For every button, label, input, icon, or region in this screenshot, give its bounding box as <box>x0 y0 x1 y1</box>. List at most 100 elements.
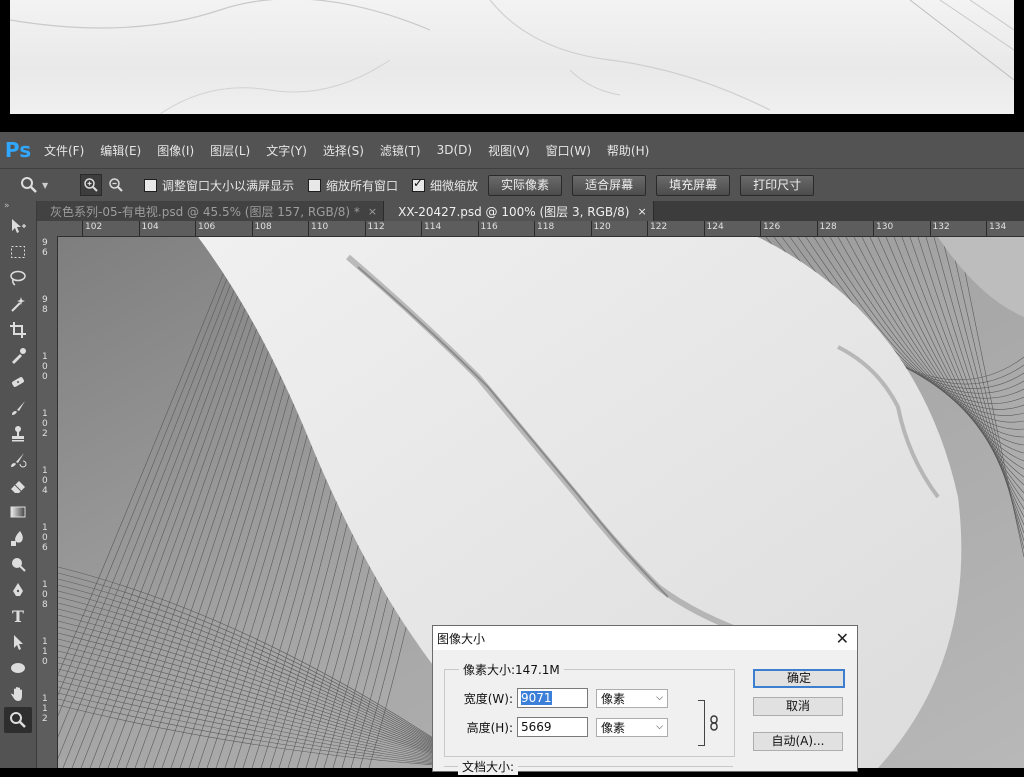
resize-windows-option[interactable]: 调整窗口大小以满屏显示 <box>144 177 294 194</box>
ruler-tick <box>195 221 196 236</box>
menu-view[interactable]: 视图(V) <box>480 142 538 159</box>
ruler-label: 114 <box>424 222 442 232</box>
zoom-all-windows-checkbox[interactable] <box>308 178 322 192</box>
ruler-tick <box>929 221 931 236</box>
height-unit-select[interactable]: 像素 ⌵ <box>596 717 668 737</box>
dialog-titlebar[interactable]: 图像大小 ✕ <box>433 626 857 650</box>
magnifier-icon <box>10 712 26 728</box>
actual-pixels-button[interactable]: 实际像素 <box>488 174 563 196</box>
panel-collapse-icon[interactable]: » <box>0 201 36 213</box>
type-tool[interactable]: T <box>4 603 32 629</box>
ruler-label: 120 <box>593 222 611 232</box>
zoom-in-button[interactable] <box>80 174 102 196</box>
ruler-tick <box>82 221 83 236</box>
dialog-title: 图像大小 <box>437 631 486 646</box>
healing-brush-tool[interactable] <box>4 369 32 395</box>
marquee-tool[interactable] <box>4 239 32 265</box>
magic-wand-icon <box>11 297 25 312</box>
ruler-tick <box>986 221 987 236</box>
ruler-label: 118 <box>537 222 555 232</box>
tab-label: XX-20427.psd @ 100% (图层 3, RGB/8) <box>398 204 630 219</box>
print-size-button[interactable]: 打印尺寸 <box>740 174 815 196</box>
zoom-all-windows-option[interactable]: 缩放所有窗口 <box>308 177 398 194</box>
tool-preset-picker[interactable]: ▼ <box>0 176 80 194</box>
options-bar: ▼ 调整窗口大小以满屏显示 缩放所有窗口 ✓ 细微缩放 实际像素 适合屏幕 填充… <box>0 168 1024 202</box>
tab-document-2[interactable]: XX-20427.psd @ 100% (图层 3, RGB/8) × <box>384 201 654 221</box>
marble-preview-image <box>10 0 1014 114</box>
ruler-tick <box>138 221 140 236</box>
path-selection-tool[interactable] <box>4 629 32 655</box>
eraser-icon <box>11 481 25 493</box>
menu-file[interactable]: 文件(F) <box>36 142 92 159</box>
shape-tool[interactable] <box>4 655 32 681</box>
zoom-in-icon <box>84 178 98 192</box>
gradient-tool[interactable] <box>4 499 32 525</box>
ok-button[interactable]: 确定 <box>753 669 845 688</box>
eraser-tool[interactable] <box>4 473 32 499</box>
close-icon[interactable]: ✕ <box>836 629 849 648</box>
clone-stamp-tool[interactable] <box>4 421 32 447</box>
width-unit-value: 像素 <box>601 691 626 706</box>
horizontal-ruler[interactable]: 102 104 106 108 110 112 114 116 118 120 122 124 126 1… <box>57 221 1024 237</box>
menu-help[interactable]: 帮助(H) <box>599 142 657 159</box>
height-label: 高度(H): <box>466 720 513 735</box>
vertical-ruler[interactable]: 96 98 100 102 104 106 108 110 112 <box>37 236 58 768</box>
menu-layer[interactable]: 图层(L) <box>202 142 258 159</box>
menu-window[interactable]: 窗口(W) <box>538 142 599 159</box>
menu-select[interactable]: 选择(S) <box>315 142 372 159</box>
menu-edit[interactable]: 编辑(E) <box>92 142 149 159</box>
pen-tool[interactable] <box>4 577 32 603</box>
pixel-dimensions-label: 像素大小:147.1M <box>459 661 564 678</box>
history-brush-tool[interactable] <box>4 447 32 473</box>
tab-document-1[interactable]: 灰色系列-05-有电视.psd @ 45.5% (图层 157, RGB/8) … <box>36 201 385 221</box>
hand-tool[interactable] <box>4 681 32 707</box>
fill-screen-button[interactable]: 填充屏幕 <box>656 174 731 196</box>
menu-type[interactable]: 文字(Y) <box>258 142 315 159</box>
eyedropper-tool[interactable] <box>4 343 32 369</box>
tools-panel: » T <box>0 201 37 768</box>
ruler-label: 124 <box>706 222 724 232</box>
scrubby-zoom-checkbox[interactable] <box>412 176 426 192</box>
move-tool[interactable] <box>4 213 32 239</box>
zoom-out-button[interactable] <box>106 175 126 195</box>
ruler-label: 102 <box>85 222 103 232</box>
chain-link-icon[interactable] <box>708 715 720 731</box>
resize-windows-label: 调整窗口大小以满屏显示 <box>162 178 295 193</box>
ruler-label: 122 <box>650 222 668 232</box>
scrubby-zoom-option[interactable]: 细微缩放 <box>412 176 478 194</box>
dodge-tool[interactable] <box>4 551 32 577</box>
menu-filter[interactable]: 滤镜(T) <box>372 142 429 159</box>
width-input[interactable]: 9071 <box>517 688 588 708</box>
fit-screen-button[interactable]: 适合屏幕 <box>572 174 647 196</box>
photoshop-window: Ps 文件(F) 编辑(E) 图像(I) 图层(L) 文字(Y) 选择(S) 滤… <box>0 132 1024 775</box>
cancel-button[interactable]: 取消 <box>753 697 843 716</box>
history-brush-icon <box>11 453 27 468</box>
magic-wand-tool[interactable] <box>4 291 32 317</box>
blur-tool[interactable] <box>4 525 32 551</box>
zoom-tool-icon <box>21 177 37 193</box>
ruler-label: 112 <box>42 694 48 724</box>
close-icon[interactable]: × <box>637 205 646 218</box>
ruler-corner[interactable] <box>37 221 58 237</box>
lasso-tool[interactable] <box>4 265 32 291</box>
ruler-label: 108 <box>42 580 48 610</box>
lasso-tool-icon <box>10 270 26 286</box>
eyedropper-icon <box>12 348 26 364</box>
zoom-all-windows-label: 缩放所有窗口 <box>326 178 399 193</box>
auto-button[interactable]: 自动(A)... <box>753 732 843 751</box>
height-input[interactable]: 5669 <box>517 717 588 737</box>
brush-tool[interactable] <box>4 395 32 421</box>
crop-tool[interactable] <box>4 317 32 343</box>
resize-windows-checkbox[interactable] <box>144 178 157 192</box>
ruler-label: 108 <box>254 222 272 232</box>
menu-3d[interactable]: 3D(D) <box>429 143 480 157</box>
ruler-label: 128 <box>819 222 837 232</box>
width-unit-select[interactable]: 像素 ⌵ <box>596 688 668 708</box>
ruler-label: 130 <box>876 222 894 232</box>
menu-image[interactable]: 图像(I) <box>149 142 202 159</box>
zoom-tool[interactable] <box>4 707 32 733</box>
height-unit-value: 像素 <box>601 720 626 735</box>
ruler-label: 116 <box>480 222 498 232</box>
ruler-tick <box>590 221 592 236</box>
close-icon[interactable]: × <box>368 205 377 218</box>
